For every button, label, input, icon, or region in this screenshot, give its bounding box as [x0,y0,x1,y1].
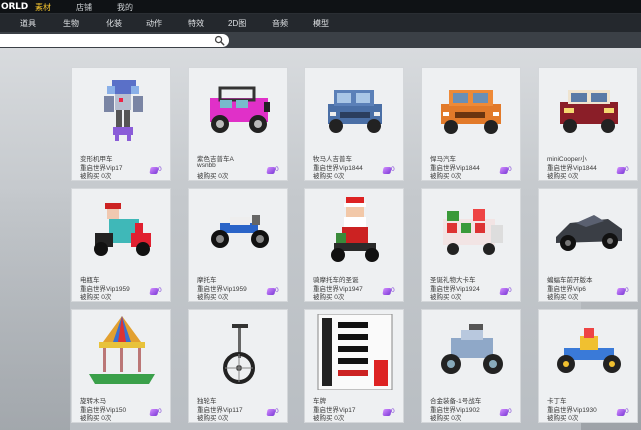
price-value: 0 [625,408,629,415]
price-badge: 0 [616,408,631,417]
asset-card[interactable]: 独轮车 重启世界Vip117 被购买 0次 0 [188,309,288,423]
price-value: 0 [391,287,395,294]
asset-card[interactable]: 合金装备-1号战车 重启世界Vip1902 被购买 0次 0 [421,309,521,423]
price-value: 0 [275,166,279,173]
search-input[interactable] [0,35,210,46]
search-row [0,32,641,48]
category-creatures[interactable]: 生物 [63,18,79,29]
price-value: 0 [625,166,629,173]
asset-card[interactable]: 变形机甲车 重启世界Vip17 被购买 0次 0 [71,67,171,181]
thumbnail-red-mini-cooper [543,70,635,150]
card-purchase-count: 被购买 0次 [80,415,112,422]
thumbnail-unicycle [193,312,285,392]
thumbnail-batmobile [543,191,635,271]
price-value: 0 [625,287,629,294]
card-purchase-count: 被购买 0次 [197,173,229,180]
asset-card[interactable]: 圣诞礼物大卡车 重启世界Vip1924 被购买 0次 0 [421,188,521,302]
category-2d-images[interactable]: 2D图 [228,18,246,29]
asset-card[interactable]: 电瓶车 重启世界Vip1959 被购买 0次 0 [71,188,171,302]
price-badge: 0 [616,287,631,296]
card-purchase-count: 被购买 0次 [80,294,112,301]
asset-card[interactable]: 摩托车 重启世界Vip1959 被购买 0次 0 [188,188,288,302]
price-badge: 0 [499,166,514,175]
asset-card[interactable]: 骑摩托车的圣诞 重启世界Vip1947 被购买 0次 0 [304,188,404,302]
tab-mine[interactable]: 我的 [117,2,133,13]
price-value: 0 [275,408,279,415]
price-value: 0 [391,166,395,173]
price-badge: 0 [149,408,164,417]
thumbnail-blue-jeep [309,70,401,150]
asset-grid: 变形机甲车 重启世界Vip17 被购买 0次 0 紫色吉普车A wsnbb 被购… [0,48,641,430]
card-purchase-count: 被购买 0次 [547,415,579,422]
tab-materials[interactable]: 素材 [33,2,53,16]
thumbnail-blue-motorcycle [193,191,285,271]
category-costume[interactable]: 化装 [106,18,122,29]
category-effects[interactable]: 特效 [188,18,204,29]
top-nav-bar: ORLD 素材 店铺 我的 [0,0,641,16]
price-badge: 0 [499,408,514,417]
thumbnail-santa-motorcycle [309,191,401,271]
price-value: 0 [275,287,279,294]
card-purchase-count: 被购买 0次 [313,415,345,422]
asset-card[interactable]: 蝙蝠车前开版本 重启世界Vip6 被购买 0次 0 [538,188,638,302]
price-badge: 0 [616,166,631,175]
thumbnail-gift-truck [426,191,518,271]
price-value: 0 [508,408,512,415]
price-value: 0 [508,287,512,294]
price-value: 0 [391,408,395,415]
background-building-left [0,190,70,430]
category-models[interactable]: 模型 [313,18,329,29]
tab-store[interactable]: 店铺 [76,2,92,13]
price-badge: 0 [266,166,281,175]
price-badge: 0 [382,166,397,175]
asset-card[interactable]: miniCooper小 重启世界Vip1844 被购买 0次 0 [538,67,638,181]
thumbnail-orange-hummer [426,70,518,150]
card-purchase-count: 被购买 0次 [547,294,579,301]
card-purchase-count: 被购买 0次 [313,173,345,180]
card-purchase-count: 被购买 0次 [547,173,579,180]
asset-card[interactable]: 旋转木马 重启世界Vip150 被购买 0次 0 [71,309,171,423]
thumbnail-go-kart [543,312,635,392]
card-purchase-count: 被购买 0次 [197,294,229,301]
thumbnail-purple-jeep [193,70,285,150]
asset-card[interactable]: 卡丁车 重启世界Vip1930 被购买 0次 0 [538,309,638,423]
thumbnail-carousel [76,312,168,392]
card-purchase-count: 被购买 0次 [430,173,462,180]
card-author: wsnbb [197,162,216,169]
price-badge: 0 [382,408,397,417]
thumbnail-license-plate [309,312,401,392]
thumbnail-mech-robot-car [76,70,168,150]
app-logo: ORLD [1,2,28,12]
price-value: 0 [158,166,162,173]
price-badge: 0 [149,287,164,296]
price-badge: 0 [499,287,514,296]
category-props[interactable]: 道具 [20,18,36,29]
asset-card[interactable]: 车牌 重启世界Vip17 被购买 0次 0 [304,309,404,423]
card-purchase-count: 被购买 0次 [80,173,112,180]
card-purchase-count: 被购买 0次 [313,294,345,301]
price-badge: 0 [149,166,164,175]
search-icon[interactable] [214,35,225,46]
price-value: 0 [158,287,162,294]
asset-card[interactable]: 牧马人吉普车 重启世界Vip1844 被购买 0次 0 [304,67,404,181]
price-badge: 0 [382,287,397,296]
category-bar: 道具 生物 化装 动作 特效 2D图 音频 模型 [0,14,641,32]
price-badge: 0 [266,408,281,417]
price-badge: 0 [266,287,281,296]
asset-card[interactable]: 紫色吉普车A wsnbb 被购买 0次 0 [188,67,288,181]
price-value: 0 [508,166,512,173]
search-box [0,34,229,47]
thumbnail-electric-scooter [76,191,168,271]
category-actions[interactable]: 动作 [146,18,162,29]
card-purchase-count: 被购买 0次 [430,415,462,422]
category-audio[interactable]: 音频 [272,18,288,29]
thumbnail-armored-buggy [426,312,518,392]
card-purchase-count: 被购买 0次 [430,294,462,301]
price-value: 0 [158,408,162,415]
card-purchase-count: 被购买 0次 [197,415,229,422]
asset-card[interactable]: 悍马汽车 重启世界Vip1844 被购买 0次 0 [421,67,521,181]
